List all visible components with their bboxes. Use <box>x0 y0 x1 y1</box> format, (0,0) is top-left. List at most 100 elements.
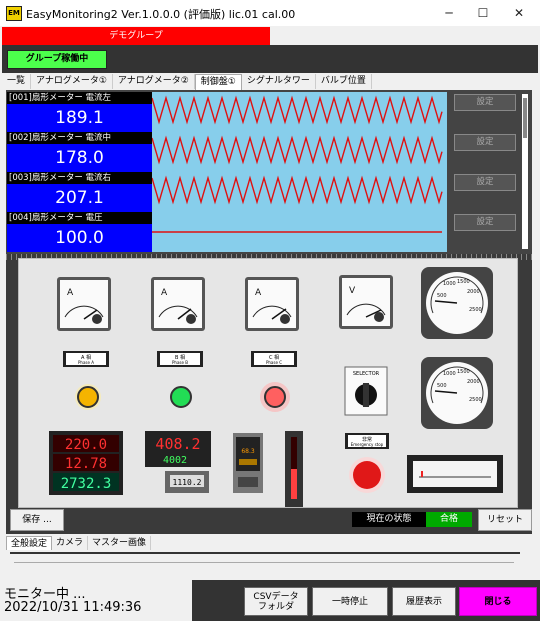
panel-meter <box>407 455 503 493</box>
tab-general-settings[interactable]: 全般設定 <box>6 536 53 550</box>
gauge-scale: 2000 <box>467 289 480 295</box>
phase-a-plate: A 相 Phase A <box>63 351 109 367</box>
controller-unit: 68.3 <box>233 433 263 493</box>
analog-meter: A <box>57 277 111 331</box>
meter-4-setting-button[interactable]: 設定 <box>454 214 516 231</box>
settings-panel: 全般設定 カメラ マスター画像 <box>6 536 532 576</box>
small-display: 1110.2 <box>165 471 209 493</box>
meter-value: 189.1 <box>7 104 152 132</box>
maximize-button[interactable]: ☐ <box>466 3 500 23</box>
control-panel-drawing: A A A V 500 1000 1500 2000 2500 500 1000… <box>49 267 503 507</box>
analog-meter: V <box>339 275 393 329</box>
pause-button[interactable]: 一時停止 <box>312 587 388 616</box>
title-bar: EM EasyMonitoring2 Ver.1.0.0.0 (評価版) lic… <box>0 0 540 26</box>
close-window-button[interactable]: ✕ <box>502 3 536 23</box>
phase-c-sub: Phase C <box>266 360 282 365</box>
settings-scrollbar[interactable] <box>14 562 514 563</box>
history-button[interactable]: 履歴表示 <box>392 587 456 616</box>
reset-button[interactable]: リセット <box>478 509 532 531</box>
scrollbar-thumb[interactable] <box>523 98 527 138</box>
meter-scrollbar[interactable] <box>522 94 528 249</box>
control-panel-image: A A A V 500 1000 1500 2000 2500 500 1000… <box>18 258 518 508</box>
gauge-scale: 2000 <box>467 379 480 385</box>
state-badge: 合格 <box>426 512 472 527</box>
current-state-label: 現在の状態 <box>352 512 426 527</box>
phase-c-plate: C 相 Phase C <box>251 351 297 367</box>
tab-analog-meter-1[interactable]: アナログメータ① <box>31 74 113 89</box>
selector-label: SELECTOR <box>353 371 380 377</box>
minimize-button[interactable]: ─ <box>432 3 466 23</box>
window-title: EasyMonitoring2 Ver.1.0.0.0 (評価版) lic.01… <box>26 8 296 21</box>
main-tabs: 一覧 アナログメータ① アナログメータ② 制御盤① シグナルタワー バルブ位置 <box>2 74 372 90</box>
meter-panel: [001]扇形メーター 電流左 189.1 [002]扇形メーター 電流中 17… <box>6 90 532 254</box>
gauge-scale: 1500 <box>457 369 470 375</box>
save-button[interactable]: 保存 ... <box>10 509 64 531</box>
bar-indicator <box>285 431 303 507</box>
display-2: 12.78 <box>65 456 107 472</box>
emergency-sub: Emergency stop <box>351 442 384 447</box>
meter-row: [003]扇形メーター 電流右 207.1 <box>7 172 152 212</box>
gauge-scale: 2500 <box>469 397 482 403</box>
close-button[interactable]: 閉じる <box>459 587 537 616</box>
meter-3-setting-button[interactable]: 設定 <box>454 174 516 191</box>
meter-1-setting-button[interactable]: 設定 <box>454 94 516 111</box>
trend-line-3 <box>151 175 443 205</box>
phase-b-plate: B 相 Phase B <box>157 351 203 367</box>
selector-switch: SELECTOR <box>344 366 388 416</box>
display-1: 220.0 <box>65 437 107 453</box>
trend-chart <box>151 92 447 252</box>
meter-label: [001]扇形メーター 電流左 <box>7 92 152 104</box>
gauge-scale: 1000 <box>443 371 456 377</box>
phase-a-sub: Phase A <box>78 360 94 365</box>
dual-display: 408.2 4002 <box>145 431 211 467</box>
trend-line-1 <box>151 95 443 125</box>
meter-label: [003]扇形メーター 電流右 <box>7 172 152 184</box>
red-lamp-icon <box>264 386 286 408</box>
tab-master-image[interactable]: マスター画像 <box>88 536 152 550</box>
emergency-stop-button-icon <box>353 461 381 489</box>
gauge-scale: 500 <box>437 293 447 299</box>
trend-line-2 <box>151 135 443 165</box>
tab-list[interactable]: 一覧 <box>2 74 32 89</box>
status-datetime: 2022/10/31 11:49:36 <box>4 600 142 615</box>
round-gauge: 500 1000 1500 2000 2500 <box>421 357 493 429</box>
meter-2-setting-button[interactable]: 設定 <box>454 134 516 151</box>
meter-value: 207.1 <box>7 184 152 212</box>
meter-row: [004]扇形メーター 電圧 100.0 <box>7 212 152 252</box>
meter-letter: V <box>349 286 356 296</box>
gauge-scale: 500 <box>437 383 447 389</box>
group-tab[interactable]: デモグループ <box>2 27 270 45</box>
display-7: 68.3 <box>241 448 255 455</box>
display-3: 2732.3 <box>61 476 112 492</box>
group-status-badge: グループ稼働中 <box>7 50 107 69</box>
display-5: 4002 <box>163 455 187 466</box>
analog-meter: A <box>151 277 205 331</box>
round-gauge: 500 1000 1500 2000 2500 <box>421 267 493 339</box>
meter-value: 100.0 <box>7 224 152 252</box>
gauge-scale: 1500 <box>457 279 470 285</box>
display-6: 1110.2 <box>173 478 202 487</box>
settings-divider <box>10 552 520 554</box>
tab-control-panel-1[interactable]: 制御盤① <box>194 74 242 90</box>
meter-label: [004]扇形メーター 電圧 <box>7 212 152 224</box>
csv-folder-button[interactable]: CSVデータ フォルダ <box>244 587 308 616</box>
app-logo-icon: EM <box>6 6 22 21</box>
tab-signal-tower[interactable]: シグナルタワー <box>242 74 316 89</box>
tab-valve-position[interactable]: バルブ位置 <box>316 74 372 89</box>
yellow-lamp-icon <box>77 386 99 408</box>
trend-chart-svg <box>151 95 443 233</box>
emergency-plate: 非常 Emergency stop <box>345 433 389 449</box>
tab-camera[interactable]: カメラ <box>52 536 89 550</box>
meter-value: 178.0 <box>7 144 152 172</box>
meter-label: [002]扇形メーター 電流中 <box>7 132 152 144</box>
analog-meter: A <box>245 277 299 331</box>
multi-display: 220.0 12.78 2732.3 <box>49 431 123 495</box>
settings-tabs: 全般設定 カメラ マスター画像 <box>6 536 532 550</box>
app-window: EM EasyMonitoring2 Ver.1.0.0.0 (評価版) lic… <box>0 0 540 621</box>
phase-b-sub: Phase B <box>172 360 188 365</box>
gauge-scale: 2500 <box>469 307 482 313</box>
meter-letter: A <box>255 288 262 298</box>
tab-analog-meter-2[interactable]: アナログメータ② <box>113 74 195 89</box>
green-lamp-icon <box>170 386 192 408</box>
meter-letter: A <box>161 288 168 298</box>
